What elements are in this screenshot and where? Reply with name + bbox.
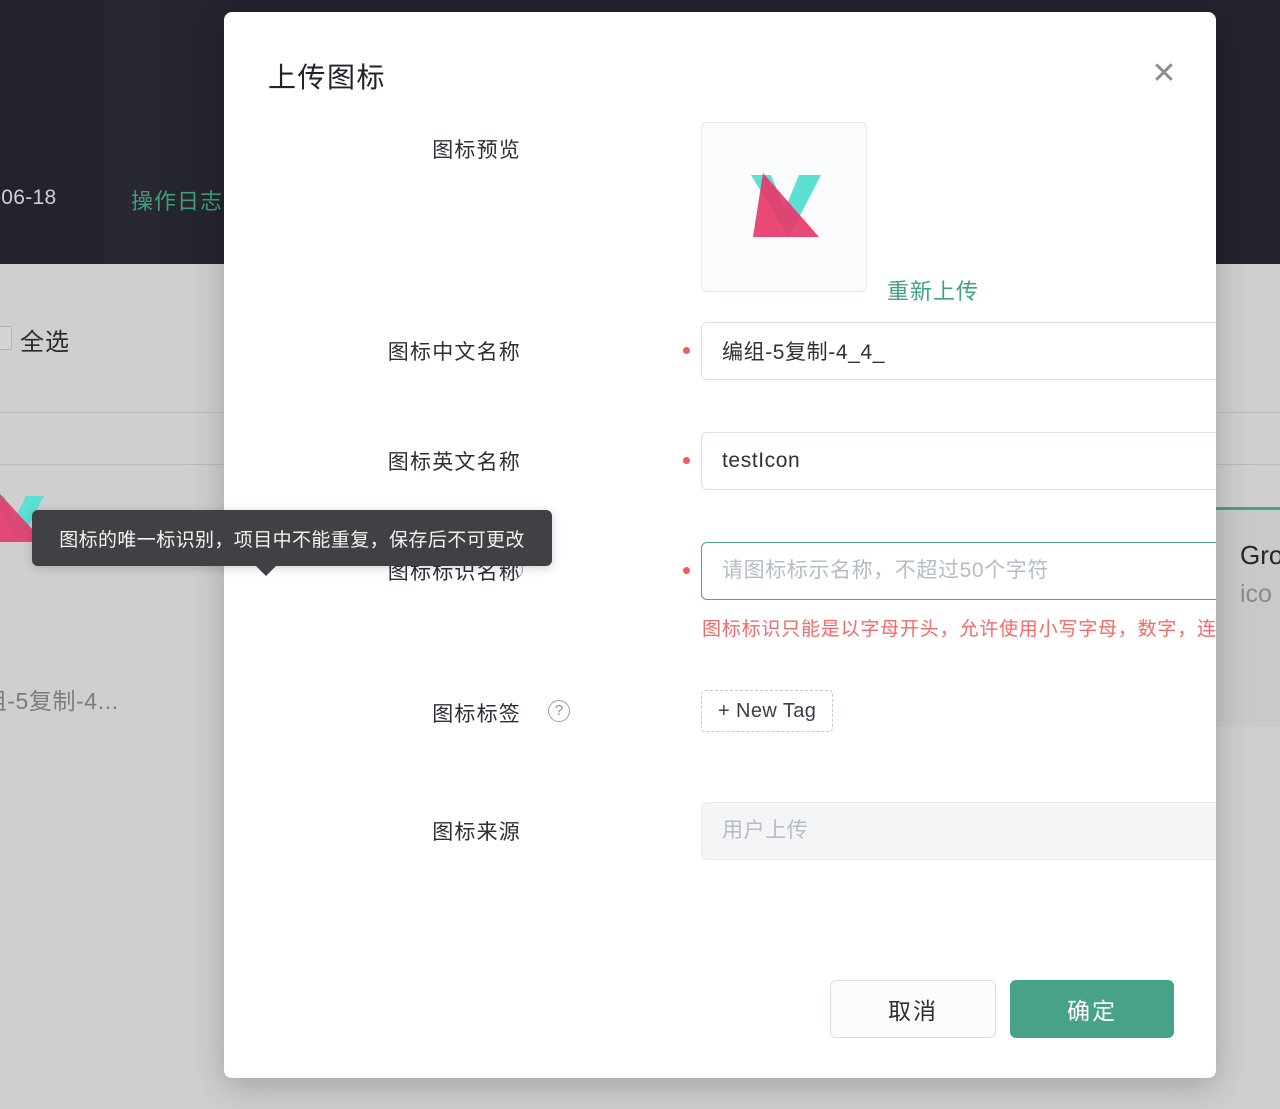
cn-name-input[interactable] [701, 322, 1216, 380]
operation-log-link[interactable]: 操作日志 [131, 184, 223, 216]
en-name-input[interactable] [701, 432, 1216, 490]
cn-name-label: 图标中文名称 [387, 341, 521, 364]
form-row-cn-name: 图标中文名称 [224, 322, 1216, 432]
close-icon[interactable]: ✕ [1144, 54, 1184, 94]
topbar-column [104, 0, 160, 264]
tags-label: 图标标签 [432, 703, 521, 726]
tooltip-arrow [256, 566, 276, 576]
form-row-preview: 图标预览 重新上传 [224, 122, 1216, 322]
icon-card-title: 编组-5复制-4... [0, 688, 119, 714]
reupload-link[interactable]: 重新上传 [887, 274, 979, 306]
select-all-label: 全选 [20, 329, 70, 356]
icon-card[interactable]: 编组-5复制-4... [0, 474, 200, 714]
icon-preview-image [751, 173, 821, 237]
preview-label: 图标预览 [432, 139, 521, 162]
dialog-footer: 取消 确定 [224, 980, 1216, 1040]
identifier-tooltip: 图标的唯一标识别，项目中不能重复，保存后不可更改 [32, 510, 552, 566]
identifier-input[interactable] [701, 542, 1216, 600]
group-card-title: Gro [1240, 540, 1280, 570]
en-name-required-dot [683, 457, 690, 464]
dialog-title: 上传图标 [268, 62, 387, 93]
confirm-button[interactable]: 确定 [1010, 980, 1174, 1038]
source-label: 图标来源 [432, 821, 521, 844]
cancel-button[interactable]: 取消 [830, 980, 996, 1038]
upload-icon-form: 图标预览 重新上传 图标中文名称 图标英文名称 [224, 122, 1216, 882]
new-tag-button[interactable]: + New Tag [701, 690, 834, 732]
group-card-subtitle: ico [1240, 580, 1272, 608]
topbar-column [160, 0, 224, 264]
cn-name-required-dot [683, 347, 690, 354]
icon-preview-box [701, 122, 867, 292]
group-card[interactable]: Gro ico [1216, 507, 1280, 727]
source-input [701, 802, 1216, 860]
identifier-error-message: 图标标识只能是以字母开头，允许使用小写字母，数字，连词符号- [702, 619, 1216, 640]
form-row-source: 图标来源 [224, 802, 1216, 882]
en-name-label: 图标英文名称 [387, 451, 521, 474]
select-all-checkbox[interactable] [0, 326, 12, 350]
topbar-date-text: -06-18 [0, 186, 57, 209]
form-row-tags: ? 图标标签 + New Tag [224, 690, 1216, 802]
question-circle-icon[interactable]: ? [548, 700, 570, 722]
identifier-required-dot [683, 567, 690, 574]
